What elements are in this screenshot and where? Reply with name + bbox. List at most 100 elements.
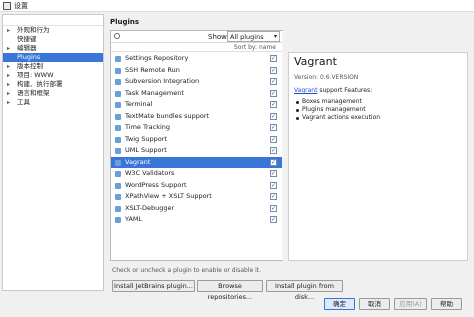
plugin-name: SSH Remote Run (125, 65, 180, 74)
plugin-icon (115, 182, 121, 189)
plugin-icon (115, 67, 121, 74)
plugin-name: WordPress Support (125, 180, 187, 189)
plugin-row[interactable]: W3C Validators ✓ (111, 168, 282, 180)
tree-item[interactable]: ▸ 项目: WWW (3, 71, 103, 80)
app-icon (3, 2, 11, 10)
chevron-down-icon: ▾ (273, 33, 277, 40)
tree-item-label: 构建、执行部署 (17, 80, 63, 88)
plugin-detail-description: Vagrant support Features: (294, 87, 372, 94)
ok-button[interactable]: 确定 (324, 298, 355, 310)
feature-item: Vagrant actions execution (296, 114, 380, 122)
expand-arrow-icon[interactable]: ▸ (7, 44, 10, 53)
plugin-enabled-checkbox[interactable]: ✓ (270, 78, 277, 85)
plugin-icon (115, 171, 121, 177)
plugin-enabled-checkbox[interactable]: ✓ (270, 181, 277, 189)
plugin-row[interactable]: Terminal ✓ (111, 99, 282, 111)
install-from-disk-button[interactable]: Install plugin from disk... (266, 280, 343, 301)
window-title: 设置 (14, 2, 28, 10)
plugin-list: Settings Repository ✓ SSH Remote Run ✓ Subve… (111, 53, 282, 226)
plugin-row[interactable]: Task Management ✓ (111, 88, 282, 100)
tree-item-label: 外观和行为 (17, 26, 50, 34)
tree-item[interactable]: 快捷键 (3, 35, 103, 44)
tree-item[interactable]: ▸ 构建、执行部署 (3, 80, 103, 89)
browse-repositories-button[interactable]: Browse repositories... (197, 280, 263, 301)
plugin-list-scrollbar[interactable] (282, 31, 284, 260)
plugin-icon (115, 194, 121, 200)
tree-item-label: 编辑器 (17, 44, 37, 52)
plugin-detail-pane (288, 52, 468, 261)
plugin-hint: Check or uncheck a plugin to enable or d… (112, 267, 262, 274)
plugin-enabled-checkbox[interactable]: ✓ (270, 112, 277, 120)
plugin-enabled-checkbox[interactable]: ✓ (270, 101, 277, 108)
plugin-name: Subversion Integration (125, 77, 200, 85)
plugin-row[interactable]: XSLT-Debugger ✓ (111, 203, 282, 215)
install-jetbrains-plugin-button[interactable]: Install JetBrains plugin... (112, 280, 195, 292)
expand-arrow-icon[interactable]: ▸ (7, 80, 10, 89)
plugin-row[interactable]: Settings Repository ✓ (111, 53, 282, 65)
tree-item[interactable]: ▸ 版本控制 (3, 62, 103, 71)
plugin-row[interactable]: Twig Support ✓ (111, 134, 282, 146)
plugin-row[interactable]: YAML ✓ (111, 214, 282, 226)
plugin-enabled-checkbox[interactable]: ✓ (270, 216, 277, 223)
plugin-enabled-checkbox[interactable]: ✓ (270, 193, 277, 200)
plugin-enabled-checkbox[interactable]: ✓ (270, 147, 277, 154)
plugin-icon (115, 205, 121, 212)
plugin-row[interactable]: WordPress Support ✓ (111, 180, 282, 192)
expand-arrow-icon[interactable]: ▸ (7, 26, 10, 35)
plugin-enabled-checkbox[interactable]: ✓ (270, 204, 277, 212)
plugin-name: YAML (125, 215, 143, 223)
expand-arrow-icon[interactable]: ▸ (7, 89, 10, 98)
plugin-enabled-checkbox[interactable]: ✓ (270, 124, 277, 131)
tree-item[interactable]: ▸ 语言和框架 (3, 89, 103, 98)
show-filter-select[interactable]: All plugins ▾ (227, 31, 280, 42)
plugin-row[interactable]: Vagrant ✓ (111, 156, 282, 168)
plugin-detail-title: Vagrant (294, 55, 337, 68)
plugin-icon (115, 56, 121, 62)
cancel-button[interactable]: 取消 (359, 298, 390, 310)
plugin-detail-version: Version: 0.6.VERSION (294, 74, 359, 81)
plugin-row[interactable]: Time Tracking ✓ (111, 122, 282, 134)
tree-item[interactable]: ▸ 工具 (3, 98, 103, 107)
help-button[interactable]: 帮助 (431, 298, 462, 310)
plugin-enabled-checkbox[interactable]: ✓ (270, 66, 277, 74)
plugin-row[interactable]: XPathView + XSLT Support ✓ (111, 191, 282, 203)
show-filter-value: All plugins (230, 33, 264, 41)
tree-item-label: 项目: WWW (17, 71, 54, 79)
plugin-enabled-checkbox[interactable]: ✓ (270, 170, 277, 177)
settings-dialog: ▸ 外观和行为 快捷键 ▸ 编辑器 Plugins ▸ 版本控制 ▸ 项目: WWW ▸ 构建、执行部… (0, 12, 474, 317)
plugin-name: Twig Support (125, 134, 167, 143)
title-bar: 设置 (0, 0, 474, 12)
plugin-icon (115, 125, 121, 131)
settings-tree[interactable]: ▸ 外观和行为 快捷键 ▸ 编辑器 Plugins ▸ 版本控制 ▸ 项目: WWW ▸ 构建、执行部… (2, 14, 104, 291)
tree-item[interactable]: Plugins (3, 53, 103, 62)
plugin-icon (115, 102, 121, 108)
tree-search-field[interactable] (3, 15, 103, 26)
plugin-row[interactable]: TextMate bundles support ✓ (111, 111, 282, 123)
plugin-name: XSLT-Debugger (125, 203, 175, 212)
feature-item: Plugins management (296, 106, 380, 114)
plugin-enabled-checkbox[interactable]: ✓ (270, 89, 277, 97)
apply-button[interactable]: 应用(A) (394, 298, 427, 310)
plugin-name: Time Tracking (125, 123, 171, 131)
plugin-row[interactable]: SSH Remote Run ✓ (111, 65, 282, 77)
plugin-name: UML Support (125, 146, 167, 154)
plugin-enabled-checkbox[interactable]: ✓ (270, 55, 277, 62)
plugin-list-panel: Sort by: name Settings Repository ✓ SSH Re… (110, 30, 284, 261)
plugin-enabled-checkbox[interactable]: ✓ (270, 158, 277, 166)
sort-row: Sort by: name (111, 43, 282, 52)
plugin-icon (115, 148, 121, 154)
plugin-row[interactable]: UML Support ✓ (111, 145, 282, 157)
sort-by-dropdown[interactable]: Sort by: name (234, 44, 276, 51)
search-icon (114, 33, 120, 39)
expand-arrow-icon[interactable]: ▸ (7, 71, 10, 80)
plugin-row[interactable]: Subversion Integration ✓ (111, 76, 282, 88)
tree-item[interactable]: ▸ 外观和行为 (3, 26, 103, 35)
tree-item[interactable]: ▸ 编辑器 (3, 44, 103, 53)
plugin-name: W3C Validators (125, 169, 175, 177)
page-title: Plugins (110, 18, 140, 26)
expand-arrow-icon[interactable]: ▸ (7, 62, 10, 71)
vagrant-link[interactable]: Vagrant (294, 87, 317, 94)
plugin-enabled-checkbox[interactable]: ✓ (270, 135, 277, 143)
expand-arrow-icon[interactable]: ▸ (7, 98, 10, 107)
tree-item-label: 快捷键 (17, 35, 37, 43)
